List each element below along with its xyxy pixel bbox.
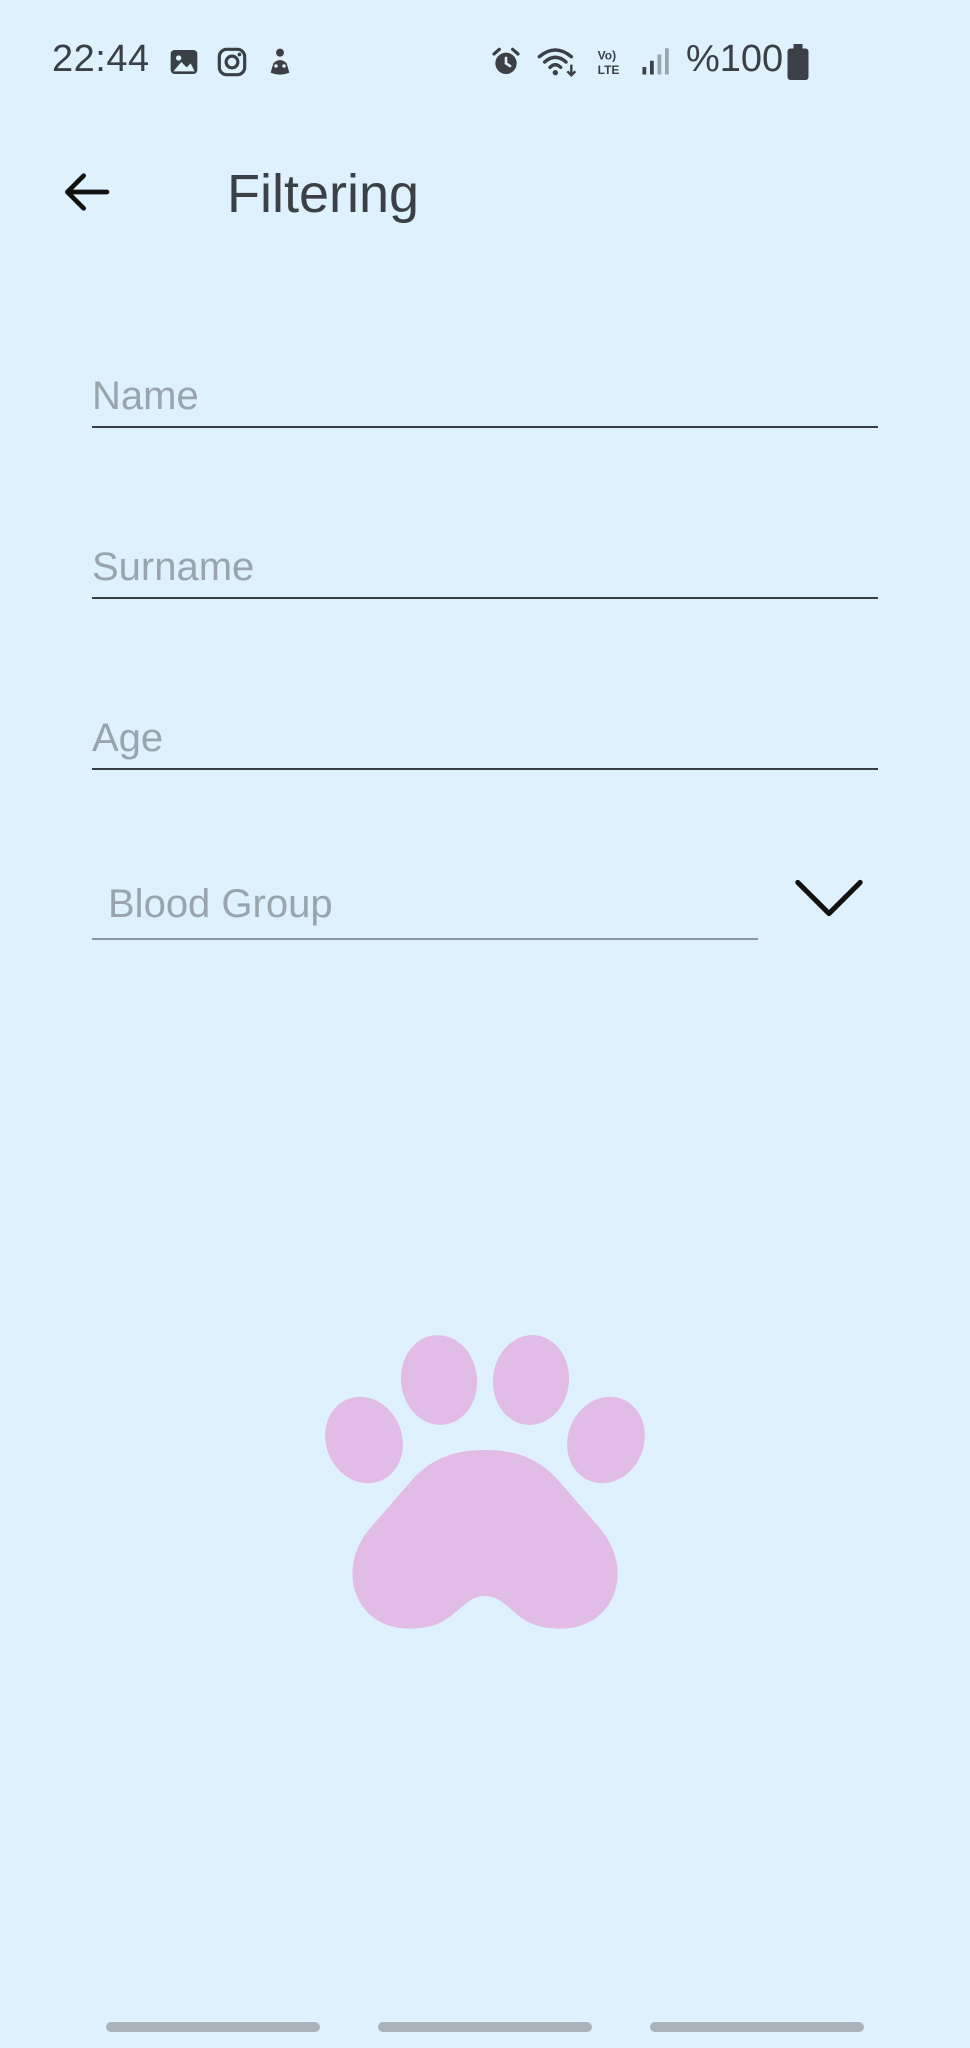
nav-home[interactable] <box>378 2022 592 2032</box>
blood-group-label: Blood Group <box>108 882 333 926</box>
arrow-back-icon <box>58 164 114 220</box>
chevron-down-icon <box>790 870 868 926</box>
blood-group-select[interactable]: Blood Group <box>92 878 758 940</box>
paw-icon <box>318 1330 652 1636</box>
wifi-icon <box>536 46 580 78</box>
svg-text:Vo): Vo) <box>598 48 616 62</box>
instagram-icon <box>216 46 248 78</box>
app-notification-icon <box>264 46 296 78</box>
back-button[interactable] <box>58 164 114 220</box>
status-time: 22:44 <box>52 38 150 80</box>
status-bar: 22:44 Vo) LTE %100 <box>0 0 970 110</box>
nav-back[interactable] <box>650 2022 864 2032</box>
name-input[interactable] <box>92 366 878 428</box>
gallery-icon <box>168 46 200 78</box>
blood-group-dropdown-button[interactable] <box>790 870 868 926</box>
signal-icon <box>640 46 670 78</box>
page-title: Filtering <box>227 164 420 224</box>
nav-recent-apps[interactable] <box>106 2022 320 2032</box>
battery-percentage: %100 <box>686 38 784 80</box>
svg-text:LTE: LTE <box>598 63 620 77</box>
battery-icon <box>786 44 810 80</box>
alarm-icon <box>490 46 522 78</box>
volte-icon: Vo) LTE <box>594 46 628 78</box>
age-input[interactable] <box>92 708 878 770</box>
surname-input[interactable] <box>92 537 878 599</box>
